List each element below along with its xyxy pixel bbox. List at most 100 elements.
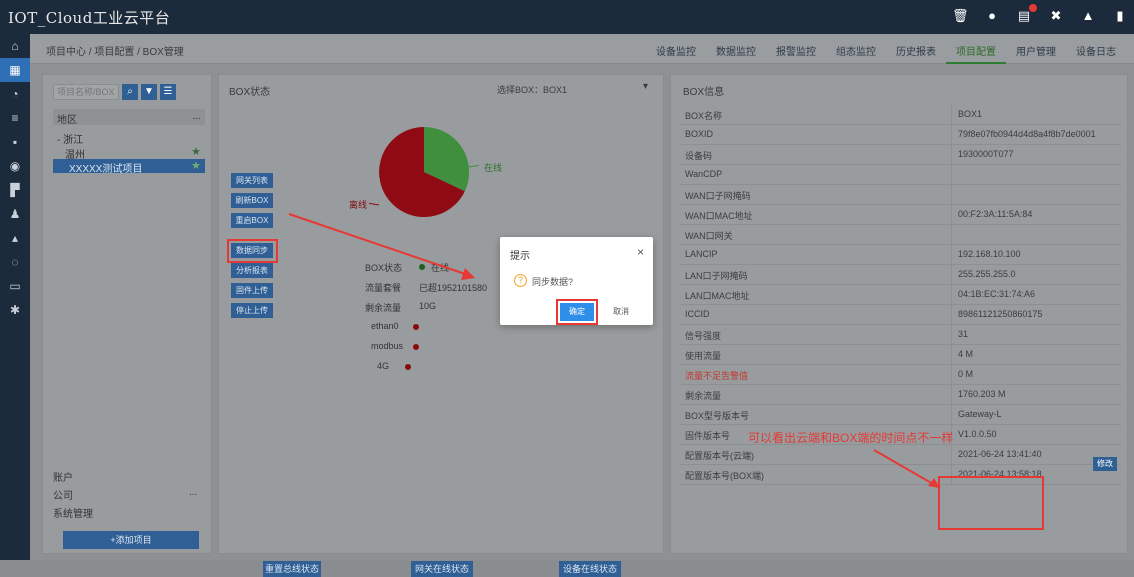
storage-icon[interactable]: ▭ [0, 274, 30, 298]
tree-node-province[interactable]: - 浙江 [57, 131, 83, 146]
table-key: WAN口MAC地址 [685, 211, 753, 221]
user-icon[interactable]: ▲ [1080, 8, 1096, 24]
table-row: BOX型号版本号 Gateway-L [679, 405, 1121, 425]
table-key: BOX型号版本号 [685, 411, 750, 421]
dialog-title: 提示 [510, 251, 530, 262]
close-icon[interactable]: ✖ [1048, 8, 1064, 24]
star-icon[interactable]: ★ [191, 145, 201, 158]
stop-upload-button[interactable]: 停止上传 [231, 303, 273, 318]
restart-box-button[interactable]: 重启BOX [231, 213, 273, 228]
alarm-icon[interactable]: ◔ [0, 82, 30, 106]
gateway-online-status-button[interactable]: 网关在线状态 [411, 561, 473, 577]
top-bar: IOT_Cloud工业云平台 🗑 ● ▤ ✖ ▲ ▮ [0, 0, 1134, 34]
add-project-button[interactable]: +添加项目 [63, 531, 199, 549]
device-online-status-button[interactable]: 设备在线状态 [559, 561, 621, 577]
tab-history-report[interactable]: 历史报表 [886, 34, 946, 64]
table-key: ICCID [685, 309, 710, 319]
table-row: WAN口子网掩码 [679, 185, 1121, 205]
tab-alarm-monitor[interactable]: 报警监控 [766, 34, 826, 64]
tab-data-monitor[interactable]: 数据监控 [706, 34, 766, 64]
version-highlight-box [938, 476, 1044, 530]
user-icon[interactable]: ♟ [0, 202, 30, 226]
table-key: 流量不足告警值 [685, 371, 749, 381]
trash-icon[interactable]: 🗑 [952, 8, 969, 24]
cancel-button[interactable]: 取消 [604, 303, 638, 321]
filter-button[interactable]: ▼ [141, 84, 157, 100]
pie-label-online: 在线 [484, 163, 503, 173]
help-icon[interactable]: ● [984, 8, 1000, 24]
table-value: 1930000T077 [951, 145, 1121, 164]
chevron-down-icon[interactable]: ▾ [643, 81, 648, 92]
warning-icon: ? [514, 274, 527, 287]
table-key: 剩余流量 [685, 391, 722, 401]
table-key: 设备码 [685, 151, 713, 161]
star-icon[interactable]: ★ [191, 159, 201, 172]
confirm-button[interactable]: 确定 [560, 303, 594, 321]
breadcrumb-bar: 项目中心 / 项目配置 / BOX管理 设备监控 数据监控 报警监控 组态监控 … [30, 34, 1134, 64]
table-value: 192.168.10.100 [951, 245, 1121, 264]
person-icon[interactable]: ▴ [0, 226, 30, 250]
table-key: BOXID [685, 129, 714, 139]
edit-threshold-button[interactable]: 修改 [1093, 457, 1117, 471]
footer-system[interactable]: 系统管理 [53, 505, 93, 520]
tab-user-management[interactable]: 用户管理 [1006, 34, 1066, 64]
tree-header-label: 地区 [57, 115, 77, 126]
device-icon[interactable]: ▪ [0, 130, 30, 154]
table-row: 流量不足告警值 0 M [679, 365, 1121, 385]
home-icon[interactable]: ⌂ [0, 34, 30, 58]
box-status-title: BOX状态 [229, 87, 271, 98]
table-key: WanCDP [685, 169, 723, 179]
table-row: 设备码 1930000T077 [679, 145, 1121, 165]
table-key: WAN口网关 [685, 231, 733, 241]
gear-icon[interactable]: ✱ [0, 298, 30, 322]
flag-icon[interactable]: ▛ [0, 178, 30, 202]
tab-device-log[interactable]: 设备日志 [1066, 34, 1126, 64]
box-info-table: BOX名称 BOX1 BOXID 79f8e07fb0944d4d8a4f8b7de0… [679, 105, 1121, 485]
analysis-report-button[interactable]: 分析报表 [231, 263, 273, 278]
list-button[interactable]: ☰ [160, 84, 176, 100]
box-info-title: BOX信息 [683, 87, 725, 98]
close-icon[interactable]: × [637, 245, 644, 259]
tab-device-monitor[interactable]: 设备监控 [646, 34, 706, 64]
logout-icon[interactable]: ▮ [1112, 8, 1128, 24]
firmware-upload-button[interactable]: 固件上传 [231, 283, 273, 298]
search-button[interactable]: ⌕ [122, 84, 138, 100]
tree-header-more[interactable]: ... [193, 111, 201, 123]
ethan0-label: ethan0 [371, 321, 399, 331]
remaining-traffic-label: 剩余流量 [365, 303, 402, 313]
modbus-status-dot [413, 344, 419, 350]
table-value: 4 M [951, 345, 1121, 364]
footer-company[interactable]: 公司 [53, 487, 73, 502]
list-icon[interactable]: ≡ [0, 106, 30, 130]
top-icon-group: 🗑 ● ▤ ✖ ▲ ▮ [952, 4, 1128, 24]
box-select[interactable]: 选择BOX：BOX1 [497, 83, 567, 96]
table-value: BOX1 [951, 105, 1121, 124]
sync-annotation-arrow [288, 213, 475, 280]
refresh-box-button[interactable]: 刷新BOX [231, 193, 273, 208]
reset-bus-status-button[interactable]: 重置总线状态 [263, 561, 321, 577]
table-row: ICCID 89861121250860175 [679, 305, 1121, 325]
tree-node-project[interactable]: XXXXX测试项目 [69, 160, 142, 175]
cloud-icon[interactable]: ◌ [0, 250, 30, 274]
table-key: 使用流量 [685, 351, 722, 361]
table-value: 79f8e07fb0944d4d8a4f8b7de0001 [951, 125, 1121, 144]
remaining-traffic-value: 10G [419, 301, 437, 311]
table-key: BOX名称 [685, 111, 723, 121]
table-key: WAN口子网掩码 [685, 191, 751, 201]
tab-config-monitor[interactable]: 组态监控 [826, 34, 886, 64]
breadcrumb: 项目中心 / 项目配置 / BOX管理 [46, 47, 184, 58]
annotation-text: 可以看出云端和BOX端的时间点不一样 [748, 431, 954, 445]
message-icon[interactable]: ▤ [1016, 4, 1037, 24]
tab-project-config[interactable]: 项目配置 [946, 34, 1006, 64]
gateway-list-button[interactable]: 网关列表 [231, 173, 273, 188]
footer-account[interactable]: 账户 [53, 469, 73, 484]
footer-company-more[interactable]: ... [189, 487, 197, 498]
table-row: WAN口MAC地址 00:F2:3A:11:5A:84 [679, 205, 1121, 225]
settings-icon[interactable]: ◉ [0, 154, 30, 178]
table-value [951, 165, 1121, 184]
grid-icon[interactable]: ▦ [0, 58, 30, 82]
table-value: V1.0.0.50 [951, 425, 1121, 444]
search-input[interactable] [53, 84, 119, 100]
table-value [951, 185, 1121, 204]
table-row: WAN口网关 [679, 225, 1121, 245]
